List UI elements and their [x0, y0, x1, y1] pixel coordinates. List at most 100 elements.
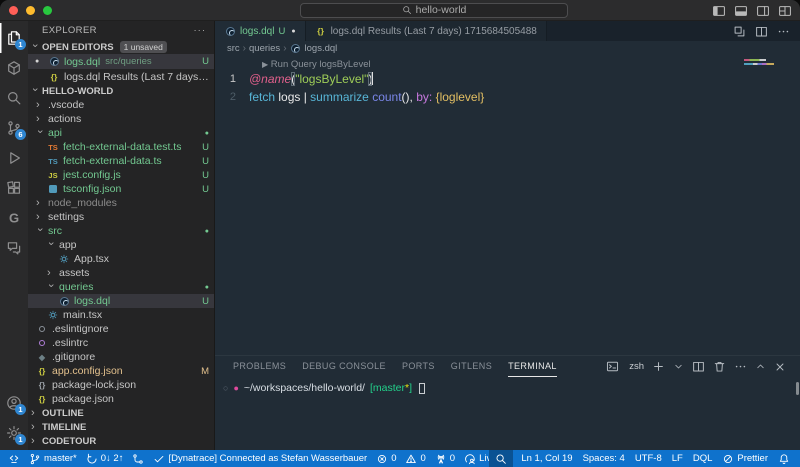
panel-tab-problems[interactable]: PROBLEMS	[233, 356, 286, 377]
activity-item-comments[interactable]	[0, 233, 28, 263]
kill-terminal-icon[interactable]	[713, 360, 726, 373]
terminal-picker-icon[interactable]	[673, 361, 684, 372]
editor-more-actions-icon[interactable]	[777, 25, 790, 38]
activity-item-dynatrace[interactable]	[0, 53, 28, 83]
activity-item-gitlens[interactable]: G	[0, 203, 28, 233]
explorer-more-actions[interactable]: ···	[194, 25, 207, 36]
status-ports[interactable]: 0	[433, 450, 457, 467]
split-terminal-icon[interactable]	[692, 360, 705, 373]
eslint-glyph	[39, 340, 45, 346]
panel-tab-ports[interactable]: PORTS	[402, 356, 435, 377]
close-panel-icon[interactable]	[774, 361, 786, 373]
activity-item-search[interactable]	[0, 83, 28, 113]
activity-item-accounts[interactable]: 1	[0, 388, 28, 418]
section-header-codetour[interactable]: ›CODETOUR	[28, 434, 214, 448]
tree-file-package-json[interactable]: {}package.json	[28, 392, 214, 406]
activity-item-settings[interactable]: 1	[0, 418, 28, 448]
maximize-window-button[interactable]	[43, 6, 52, 15]
tree-folder-queries[interactable]: ›queries●	[28, 280, 214, 294]
tree-file--eslintignore[interactable]: .eslintignore	[28, 322, 214, 336]
open-editor-row[interactable]: {}logs.dql Results (Last 7 days) 1715684…	[28, 69, 214, 84]
status-dynatrace-connection[interactable]: [Dynatrace] Connected as Stefan Wasserba…	[151, 450, 369, 467]
maximize-panel-icon[interactable]	[755, 361, 766, 372]
tree-file-logs-dql[interactable]: logs.dqlU	[28, 294, 214, 308]
terminal-scrollbar[interactable]	[796, 382, 799, 395]
activity-item-run-and-debug[interactable]	[0, 143, 28, 173]
status-cursor-position[interactable]: Ln 1, Col 19	[519, 450, 574, 467]
command-center-search[interactable]: hello-world	[300, 3, 568, 18]
editor-tab[interactable]: logs.dqlU●	[215, 21, 306, 41]
open-editors-section-header[interactable]: › OPEN EDITORS 1 unsaved	[28, 40, 214, 54]
tree-file-app-config-json[interactable]: {}app.config.jsonM	[28, 364, 214, 378]
panel-tab-gitlens[interactable]: GITLENS	[451, 356, 492, 377]
settings-badge: 1	[15, 434, 26, 445]
panel-tab-debug-console[interactable]: DEBUG CONSOLE	[302, 356, 386, 377]
tree-file-tsconfig-json[interactable]: tsconfig.jsonU	[28, 182, 214, 196]
status-live-share[interactable]: Live Share	[462, 450, 489, 467]
git-status-badge: U	[198, 142, 209, 153]
split-editor-icon[interactable]	[755, 25, 768, 38]
editor-tab[interactable]: {}logs.dql Results (Last 7 days) 1715684…	[306, 21, 547, 41]
status-git-sync[interactable]: 0↓ 2↑	[84, 450, 126, 467]
run-query-codelens[interactable]: ▶ Run Query logsByLevel	[262, 59, 800, 70]
git-file-icon: ◆	[36, 352, 48, 362]
activity-item-extensions[interactable]	[0, 173, 28, 203]
tree-file--gitignore[interactable]: ◆.gitignore	[28, 350, 214, 364]
minimize-window-button[interactable]	[26, 6, 35, 15]
tree-file-jest-config-js[interactable]: JSjest.config.jsU	[28, 168, 214, 182]
tree-item-label: node_modules	[48, 197, 117, 209]
section-header-outline[interactable]: ›OUTLINE	[28, 406, 214, 420]
status-eol[interactable]: LF	[670, 450, 685, 467]
open-editor-row[interactable]: ●logs.dqlsrc/queriesU	[28, 54, 214, 69]
open-changes-icon[interactable]	[733, 25, 746, 38]
status-remote-indicator[interactable]	[6, 450, 22, 467]
panel-more-actions-icon[interactable]	[734, 360, 747, 373]
tree-file-package-lock-json[interactable]: {}package-lock.json	[28, 378, 214, 392]
tree-file-main-tsx[interactable]: main.tsx	[28, 308, 214, 322]
status-commit-graph[interactable]	[130, 450, 146, 467]
status-zoom-indicator[interactable]	[489, 450, 513, 467]
layout-customize-icon[interactable]	[778, 4, 792, 18]
status-encoding[interactable]: UTF-8	[633, 450, 664, 467]
layout-panel-icon[interactable]	[734, 4, 748, 18]
new-terminal-icon[interactable]	[652, 360, 665, 373]
minimap[interactable]	[744, 59, 774, 65]
tree-folder-app[interactable]: ›app	[28, 238, 214, 252]
tree-file-app-tsx[interactable]: App.tsx	[28, 252, 214, 266]
tree-folder--vscode[interactable]: ›.vscode	[28, 98, 214, 112]
status-git-branch[interactable]: master*	[27, 450, 79, 467]
section-header-timeline[interactable]: ›TIMELINE	[28, 420, 214, 434]
tree-folder-src[interactable]: ›src●	[28, 224, 214, 238]
project-section-header[interactable]: › HELLO-WORLD	[28, 84, 214, 98]
status-notifications[interactable]	[776, 450, 792, 467]
tree-folder-assets[interactable]: ›assets	[28, 266, 214, 280]
tree-folder-api[interactable]: ›api●	[28, 126, 214, 140]
close-window-button[interactable]	[9, 6, 18, 15]
dql-glyph	[226, 27, 235, 36]
breadcrumb-item-logs-dql[interactable]: logs.dql	[290, 43, 338, 54]
tree-file--eslintrc[interactable]: .eslintrc	[28, 336, 214, 350]
tree-file-fetch-external-data-test-ts[interactable]: TSfetch-external-data.test.tsU	[28, 140, 214, 154]
panel-tab-terminal[interactable]: TERMINAL	[508, 356, 557, 377]
status-indentation[interactable]: Spaces: 4	[581, 450, 627, 467]
status-errors[interactable]: 0	[374, 450, 398, 467]
layout-sidebar-left-icon[interactable]	[712, 4, 726, 18]
layout-sidebar-right-icon[interactable]	[756, 4, 770, 18]
tree-folder-settings[interactable]: ›settings	[28, 210, 214, 224]
breadcrumb-item-queries[interactable]: queries	[249, 43, 280, 54]
tree-item-label: package-lock.json	[52, 379, 136, 391]
code-text: fetch logs | summarize count(), by: {log…	[249, 88, 484, 106]
shell-selector-icon[interactable]	[606, 360, 619, 373]
activity-item-explorer[interactable]: 1	[0, 23, 28, 53]
terminal-content[interactable]: ○ ● ~/workspaces/hello-world/ [master*]	[215, 377, 800, 394]
breadcrumb-item-src[interactable]: src	[227, 43, 240, 54]
code-editor[interactable]: ▶ Run Query logsByLevel 1@name("logsByLe…	[215, 56, 800, 355]
tree-folder-actions[interactable]: ›actions	[28, 112, 214, 126]
tree-folder-node-modules[interactable]: ›node_modules	[28, 196, 214, 210]
status-language-mode[interactable]: DQL	[691, 450, 715, 467]
activity-item-source-control[interactable]: 6	[0, 113, 28, 143]
status-warnings[interactable]: 0	[403, 450, 427, 467]
git-status-badge: U	[278, 26, 285, 37]
tree-file-fetch-external-data-ts[interactable]: TSfetch-external-data.tsU	[28, 154, 214, 168]
status-formatter[interactable]: Prettier	[720, 450, 770, 467]
